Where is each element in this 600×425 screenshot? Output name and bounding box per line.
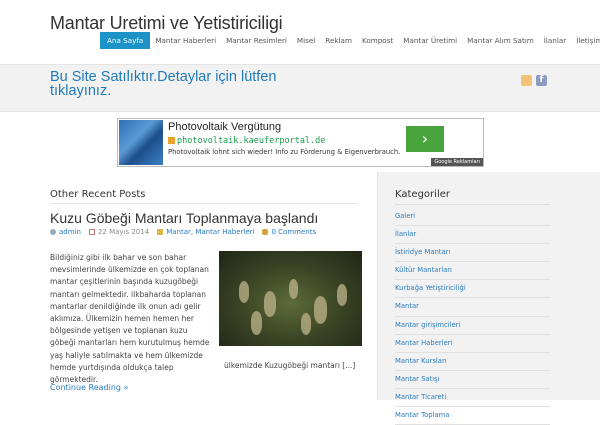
site-title[interactable]: Mantar Uretimi ve Yetistiriciligi [50, 13, 283, 34]
nav-item-mantar-haberleri[interactable]: Mantar Haberleri [150, 32, 221, 49]
post-categories[interactable]: Mantar, Mantar Haberleri [166, 228, 254, 236]
ad-image[interactable] [119, 120, 163, 165]
user-icon [50, 229, 56, 235]
category-item[interactable]: Galeri [395, 208, 550, 227]
post-excerpt-tail: ülkemizde Kuzugöbeği mantarı [...] [224, 361, 356, 370]
post-comments[interactable]: 0 Comments [271, 228, 316, 236]
ad-google-badge[interactable]: Google Reklamları [431, 158, 483, 166]
ad-title[interactable]: Photovoltaik Vergütung [168, 121, 281, 133]
rss-icon[interactable] [521, 75, 532, 86]
ad-banner[interactable]: Photovoltaik Vergütung photovoltaik.kaeu… [117, 118, 484, 167]
banner-link[interactable]: Bu Site Satılıktır.Detaylar için lütfen … [50, 70, 340, 99]
category-item[interactable]: Mantar Haberleri [395, 335, 550, 353]
nav-item-iletisim[interactable]: İletişim [571, 32, 600, 49]
post-meta: admin 22 Mayıs 2014 Mantar, Mantar Haber… [50, 228, 316, 236]
main-nav: Ana Sayfa Mantar Haberleri Mantar Resiml… [100, 32, 600, 49]
post-date: 22 Mayıs 2014 [97, 228, 150, 236]
category-item[interactable]: Mantar Satışı [395, 371, 550, 389]
nav-item-mantar-uretimi[interactable]: Mantar Üretimi [398, 32, 462, 49]
category-item[interactable]: İlanlar [395, 226, 550, 245]
ad-favicon-icon [168, 137, 175, 144]
nav-item-ilanlar[interactable]: İlanlar [539, 32, 571, 49]
category-item[interactable]: Mantar Toplama [395, 407, 550, 425]
ad-arrow-button[interactable]: › [406, 126, 444, 152]
nav-item-mantar-resimleri[interactable]: Mantar Resimleri [221, 32, 292, 49]
calendar-icon [88, 229, 95, 235]
ad-description: Photovoltaik lohnt sich wieder! Info zu … [168, 148, 401, 156]
category-list: Galeri İlanlar İstiridye Mantarı Kültür … [395, 208, 550, 425]
nav-item-misel[interactable]: Misel [292, 32, 320, 49]
nav-item-kompost[interactable]: Kompost [357, 32, 398, 49]
sidebar-title: Kategoriler [395, 189, 450, 200]
nav-item-reklam[interactable]: Reklam [320, 32, 357, 49]
comment-icon [262, 229, 269, 235]
category-item[interactable]: Kültür Mantarları [395, 262, 550, 281]
continue-reading-link[interactable]: Continue Reading » [50, 383, 128, 392]
post-image[interactable] [219, 251, 362, 346]
category-item[interactable]: Mantar [395, 298, 550, 317]
post-author[interactable]: admin [59, 228, 81, 236]
facebook-icon[interactable]: f [536, 75, 547, 86]
category-item[interactable]: Mantar girişimcileri [395, 317, 550, 335]
ad-url-text: photovoltaik.kaeuferportal.de [177, 136, 326, 146]
nav-item-ana-sayfa[interactable]: Ana Sayfa [100, 32, 151, 49]
category-item[interactable]: Mantar Ticareti [395, 389, 550, 408]
post-title[interactable]: Kuzu Göbeği Mantarı Toplanmaya başlandı [50, 210, 318, 226]
divider [50, 203, 358, 204]
divider [395, 204, 550, 205]
category-item[interactable]: Mantar Kursları [395, 353, 550, 371]
category-item[interactable]: Kurbağa Yetiştiriciliği [395, 280, 550, 299]
ad-url[interactable]: photovoltaik.kaeuferportal.de [168, 136, 325, 146]
nav-item-mantar-alim-satim[interactable]: Mantar Alım Satım [462, 32, 539, 49]
post-excerpt: Bildiğiniz gibi ilk bahar ve son bahar m… [50, 253, 210, 385]
category-item[interactable]: İstiridye Mantarı [395, 244, 550, 263]
section-header: Other Recent Posts [50, 189, 146, 200]
folder-icon [157, 229, 164, 235]
